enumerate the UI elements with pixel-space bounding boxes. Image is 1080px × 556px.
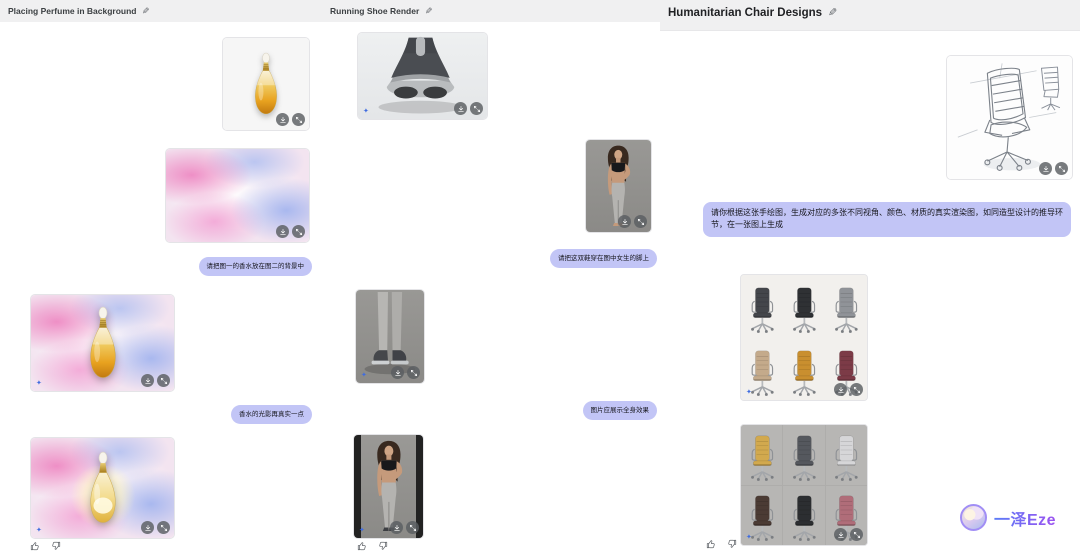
thumb-up-icon[interactable]	[706, 539, 716, 549]
expand-button[interactable]	[470, 102, 483, 115]
expand-button[interactable]	[406, 521, 419, 534]
perfume-on-marble-glow-image[interactable]: ✦	[30, 437, 175, 539]
conversation-title-shoe: Running Shoe Render ✎	[330, 6, 433, 16]
edit-title-icon[interactable]: ✎	[425, 7, 433, 16]
eze-avatar	[960, 504, 987, 531]
ai-sparkle-icon: ✦	[746, 534, 752, 541]
expand-button[interactable]	[292, 225, 305, 238]
chair-render	[783, 275, 824, 337]
page-title: Placing Perfume in Background	[8, 6, 136, 16]
conversation-title-chair: Humanitarian Chair Designs ✎	[668, 7, 837, 19]
expand-button[interactable]	[407, 366, 420, 379]
watermark-label: 一泽Eze	[994, 506, 1056, 530]
chair-render	[783, 338, 824, 400]
running-shoe-image[interactable]: ✦	[357, 32, 488, 120]
feedback-row	[357, 541, 388, 551]
chair-render	[741, 275, 782, 337]
expand-button[interactable]	[1055, 162, 1068, 175]
ai-sparkle-icon: ✦	[36, 527, 42, 534]
conversation-title-perfume: Placing Perfume in Background ✎	[8, 6, 150, 16]
expand-button[interactable]	[157, 374, 170, 387]
user-message-bubble: 请把这双鞋穿在图中女生的脚上	[550, 249, 657, 268]
download-button[interactable]	[834, 528, 847, 541]
edit-title-icon[interactable]: ✎	[828, 8, 837, 19]
expand-button[interactable]	[157, 521, 170, 534]
chair-render	[826, 275, 867, 337]
download-button[interactable]	[1039, 162, 1052, 175]
download-button[interactable]	[276, 225, 289, 238]
download-button[interactable]	[276, 113, 289, 126]
thumb-down-icon[interactable]	[727, 539, 737, 549]
user-message-bubble: 图片应展示全身效果	[583, 401, 658, 420]
download-button[interactable]	[391, 366, 404, 379]
ai-sparkle-icon: ✦	[361, 372, 367, 379]
chair-renders-grid-1[interactable]: ✦	[740, 274, 868, 401]
page-title: Running Shoe Render	[330, 6, 419, 16]
female-model-image[interactable]	[585, 139, 652, 233]
user-message-bubble: 香水的光影再真实一点	[231, 405, 312, 424]
creator-watermark: 一泽Eze	[960, 504, 1056, 531]
ai-sparkle-icon: ✦	[359, 527, 365, 534]
perfume-bottle-image[interactable]	[222, 37, 310, 131]
download-button[interactable]	[454, 102, 467, 115]
expand-button[interactable]	[850, 528, 863, 541]
shoes-on-legs-image[interactable]: ✦	[355, 289, 425, 384]
thumb-up-icon[interactable]	[357, 541, 367, 551]
thumb-up-icon[interactable]	[30, 541, 40, 551]
ai-sparkle-icon: ✦	[363, 108, 369, 115]
thumb-down-icon[interactable]	[378, 541, 388, 551]
page-title: Humanitarian Chair Designs	[668, 7, 822, 19]
expand-button[interactable]	[634, 215, 647, 228]
download-button[interactable]	[834, 383, 847, 396]
download-button[interactable]	[141, 521, 154, 534]
feedback-row	[706, 539, 737, 549]
expand-button[interactable]	[850, 383, 863, 396]
user-message-bubble: 请你根据这张手绘图，生成对应的多张不同视角、颜色、材质的真实渲染图，如同造型设计…	[703, 202, 1071, 237]
chair-render	[783, 425, 824, 485]
chair-render	[741, 425, 782, 485]
perfume-on-marble-image[interactable]: ✦	[30, 294, 175, 392]
user-message-bubble: 请把图一的香水放在图二的背景中	[199, 257, 313, 276]
full-body-model-image[interactable]: ✦	[353, 434, 424, 539]
edit-title-icon[interactable]: ✎	[142, 7, 150, 16]
chair-render	[826, 425, 867, 485]
ai-sparkle-icon: ✦	[36, 380, 42, 387]
app-canvas: Placing Perfume in Background ✎ Running …	[0, 0, 1080, 556]
ai-sparkle-icon: ✦	[746, 389, 752, 396]
thumb-down-icon[interactable]	[51, 541, 61, 551]
marble-background-image[interactable]	[165, 148, 310, 243]
chair-render	[783, 486, 824, 546]
chair-sketch-art	[947, 56, 1072, 179]
download-button[interactable]	[141, 374, 154, 387]
download-button[interactable]	[390, 521, 403, 534]
feedback-row	[30, 541, 61, 551]
chair-renders-grid-2[interactable]: ✦	[740, 424, 868, 546]
download-button[interactable]	[618, 215, 631, 228]
expand-button[interactable]	[292, 113, 305, 126]
chair-sketch-image[interactable]	[946, 55, 1073, 180]
